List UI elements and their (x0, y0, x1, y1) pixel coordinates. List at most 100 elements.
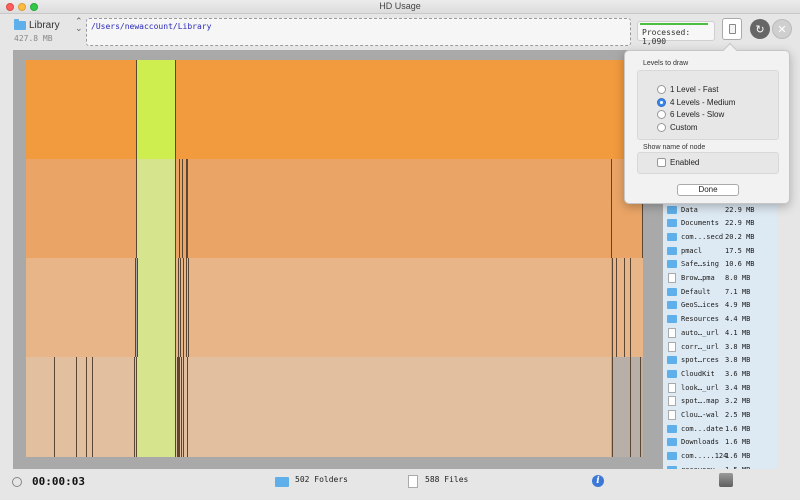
treemap-divider (137, 258, 138, 357)
item-size: 8.0 MB (725, 274, 751, 282)
treemap-cell[interactable] (176, 258, 611, 357)
treemap-cell[interactable] (176, 357, 611, 457)
item-size: 3.8 MB (725, 342, 751, 351)
list-item[interactable]: GeoS…ices 4.9 MB (663, 299, 777, 312)
list-item[interactable]: look…_url 3.4 MB (663, 381, 777, 394)
path-drop-field[interactable]: /Users/newaccount/Library (86, 18, 631, 46)
status-bar: 00:00:03 502 Folders 588 Files i (0, 469, 800, 500)
treemap-cell[interactable] (176, 60, 643, 159)
app-window: HD Usage Library ⌃ ⌄ 427.8 MB /Users/newa… (0, 0, 800, 500)
treemap-cell-selected[interactable] (137, 159, 175, 258)
levels-option-2[interactable]: 4 Levels - Medium (657, 97, 736, 107)
treemap-divider (616, 258, 617, 357)
treemap-divider (624, 258, 625, 357)
treemap-divider (92, 357, 93, 457)
item-size: 1.6 MB (725, 438, 751, 447)
levels-option-4[interactable]: Custom (657, 122, 698, 132)
list-item[interactable]: spot….map 3.2 MB (663, 395, 777, 408)
title-bar: HD Usage (0, 0, 800, 14)
file-icon (668, 273, 676, 283)
file-list[interactable]: Data 22.9 MB Documents 22.9 MB com...secd 20.… (663, 200, 777, 469)
list-item[interactable]: Documents 22.9 MB (663, 217, 777, 230)
item-size: 3.4 MB (725, 383, 751, 392)
treemap-divider (179, 357, 180, 457)
list-item[interactable]: com...date 1.6 MB (663, 422, 777, 435)
treemap-cell[interactable] (176, 159, 611, 258)
show-name-title: Show name of node (643, 144, 706, 151)
radio-button[interactable] (657, 97, 666, 107)
treemap-cell[interactable] (26, 258, 136, 357)
enabled-checkbox[interactable]: Enabled (657, 158, 699, 167)
levels-option-1[interactable]: 1 Level - Fast (657, 85, 718, 94)
file-icon (668, 382, 676, 393)
treemap-divider (187, 357, 188, 457)
item-size: 3.6 MB (725, 369, 751, 378)
list-item[interactable]: Clou…-wal 2.5 MB (663, 409, 777, 422)
treemap-cell-selected[interactable] (137, 357, 175, 457)
item-name: Default (681, 287, 711, 296)
list-item[interactable]: corr…_url 3.8 MB (663, 340, 777, 353)
treemap-divider (175, 258, 176, 357)
item-name: spot…rces (681, 356, 719, 365)
radio-button[interactable] (657, 122, 666, 132)
list-item[interactable]: spot…rces 3.8 MB (663, 354, 777, 367)
folder-icon (667, 205, 677, 214)
item-name: Clou…-wal (681, 411, 719, 419)
treemap-cell[interactable] (26, 357, 136, 457)
treemap-cell[interactable] (26, 60, 136, 159)
levels-settings-button[interactable] (722, 18, 742, 40)
treemap-divider (136, 60, 137, 159)
chevron-updown-icon[interactable]: ⌃ ⌄ (75, 17, 83, 33)
treemap-divider (187, 159, 188, 258)
stop-button[interactable]: ✕ (772, 19, 792, 39)
radio-button[interactable] (657, 110, 666, 119)
list-item[interactable]: Resources 4.4 MB (663, 313, 777, 326)
treemap-divider (640, 357, 641, 457)
treemap-divider (612, 258, 613, 357)
list-item[interactable]: Brow…pma 8.0 MB (663, 272, 777, 285)
list-item[interactable]: CloudKit 3.6 MB (663, 367, 777, 380)
radio-button[interactable] (657, 85, 666, 94)
checkbox-box[interactable] (657, 158, 666, 167)
list-item[interactable]: com...secd 20.2 MB (663, 230, 777, 243)
hard-drive-icon[interactable] (719, 473, 733, 487)
item-name: Resources (681, 315, 719, 324)
refresh-button[interactable]: ↻ (750, 19, 770, 39)
treemap-cell[interactable] (612, 357, 643, 457)
treemap-divider (180, 258, 181, 357)
treemap[interactable] (26, 60, 643, 457)
file-icon (668, 341, 676, 352)
list-item[interactable]: pmacl 17.5 MB (663, 244, 777, 257)
list-item[interactable]: Safe…sing 10.6 MB (663, 258, 777, 271)
treemap-cell-selected[interactable] (137, 60, 175, 159)
list-item[interactable]: auto…_url 4.1 MB (663, 326, 777, 339)
item-size: 1.6 MB (725, 452, 751, 461)
folder-icon (667, 438, 677, 447)
item-size: 2.5 MB (725, 411, 751, 419)
list-item[interactable]: Downloads 1.6 MB (663, 436, 777, 449)
treemap-divider (178, 258, 179, 357)
item-name: CloudKit (681, 369, 715, 378)
item-name: GeoS…ices (681, 301, 719, 310)
treemap-divider (76, 357, 77, 457)
treemap-cell-selected[interactable] (137, 258, 175, 357)
radio-label: 6 Levels - Slow (670, 110, 725, 119)
folder-icon (667, 424, 677, 433)
radio-label: 4 Levels - Medium (670, 97, 736, 107)
item-size: 4.1 MB (725, 328, 751, 337)
treemap-divider (182, 159, 183, 258)
list-item[interactable]: Default 7.1 MB (663, 285, 777, 298)
info-icon[interactable]: i (592, 475, 604, 487)
item-name: pmacl (681, 246, 703, 255)
treemap-divider (186, 258, 187, 357)
treemap-divider (179, 159, 180, 258)
close-icon: ✕ (777, 23, 787, 36)
treemap-cell[interactable] (26, 159, 136, 258)
folder-icon (667, 287, 677, 296)
treemap-divider (136, 357, 137, 457)
done-button[interactable]: Done (677, 184, 739, 196)
library-selector[interactable]: Library (14, 18, 60, 32)
list-item[interactable]: Data 22.9 MB (663, 203, 777, 216)
levels-option-3[interactable]: 6 Levels - Slow (657, 110, 724, 119)
list-item[interactable]: com.....124 1.6 MB (663, 450, 777, 463)
